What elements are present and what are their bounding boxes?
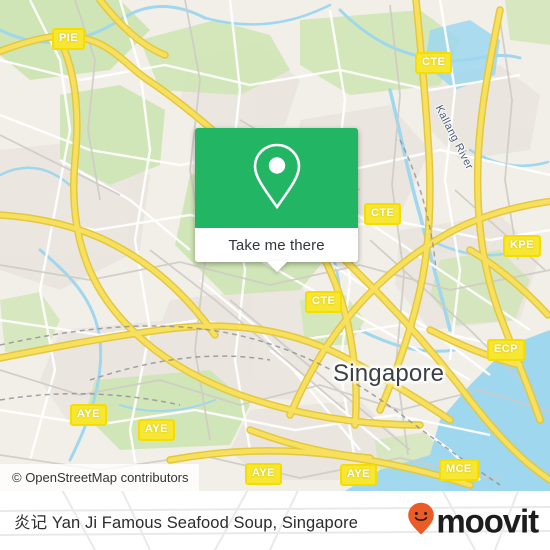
popup-header	[195, 128, 358, 228]
highway-shield: KPE	[503, 235, 541, 257]
moovit-place-map-screenshot: PIE CTE CTE KPE CTE ECP AYE AYE AYE AYE …	[0, 0, 550, 550]
map-canvas[interactable]: PIE CTE CTE KPE CTE ECP AYE AYE AYE AYE …	[0, 0, 550, 491]
highway-shield: CTE	[415, 52, 453, 74]
take-me-there-button[interactable]: Take me there	[228, 237, 324, 254]
moovit-logo[interactable]: moovit	[407, 501, 539, 540]
highway-shield: AYE	[70, 404, 107, 426]
place-popup-card[interactable]: Take me there	[195, 128, 358, 272]
highway-shield: ECP	[487, 339, 525, 361]
moovit-wordmark: moovit	[436, 502, 539, 539]
place-label-singapore: Singapore	[333, 360, 445, 387]
highway-shield: AYE	[245, 463, 282, 485]
highway-shield: CTE	[364, 203, 402, 225]
map-pin-icon	[249, 141, 305, 216]
highway-shield: MCE	[439, 459, 479, 481]
highway-shield: AYE	[138, 419, 175, 441]
highway-shield: AYE	[340, 464, 377, 486]
popup-pointer-tail	[266, 261, 288, 272]
footer-bar: 炎记 Yan Ji Famous Seafood Soup, Singapore…	[0, 491, 550, 550]
map-attribution[interactable]: © OpenStreetMap contributors	[0, 464, 199, 491]
highway-shield: CTE	[305, 291, 343, 313]
popup-action-bar[interactable]: Take me there	[195, 228, 358, 262]
openstreetmap-attribution-text: © OpenStreetMap contributors	[12, 470, 189, 485]
moovit-smiley-pin-icon	[407, 501, 435, 540]
place-title: 炎记 Yan Ji Famous Seafood Soup, Singapore	[14, 513, 358, 532]
highway-shield: PIE	[52, 28, 85, 50]
